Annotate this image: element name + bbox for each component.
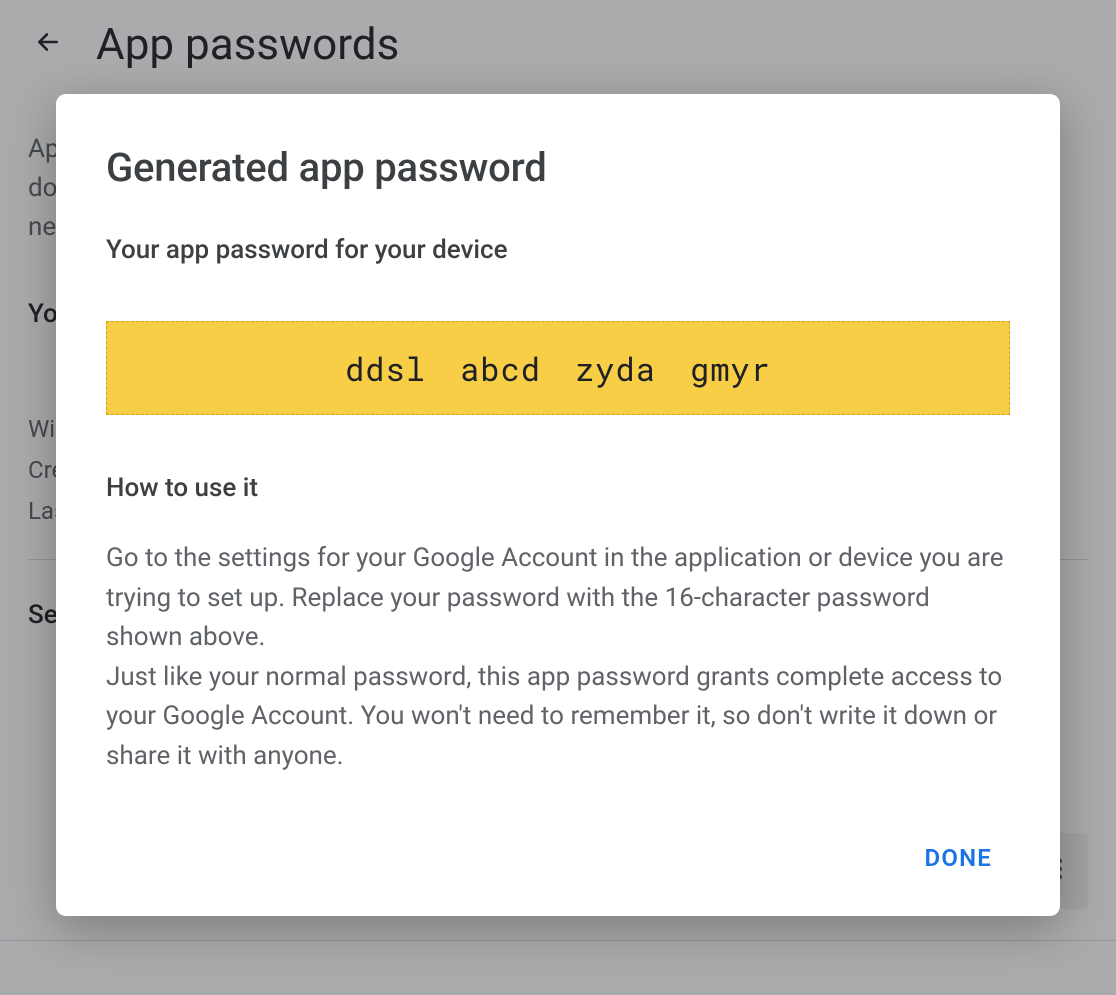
how-to-use-paragraph: Just like your normal password, this app…	[106, 658, 1010, 777]
how-to-use-paragraph: Go to the settings for your Google Accou…	[106, 539, 1010, 658]
dialog-actions: DONE	[106, 832, 1010, 884]
generated-app-password-dialog: Generated app password Your app password…	[56, 94, 1060, 916]
generated-password-text: ddsl abcd zyda gmyr	[345, 347, 771, 390]
how-to-use-heading: How to use it	[106, 473, 1010, 503]
generated-password-box[interactable]: ddsl abcd zyda gmyr	[106, 321, 1010, 415]
dialog-subtitle: Your app password for your device	[106, 235, 1010, 265]
done-button[interactable]: DONE	[907, 832, 1011, 884]
dialog-title: Generated app password	[106, 144, 1010, 191]
